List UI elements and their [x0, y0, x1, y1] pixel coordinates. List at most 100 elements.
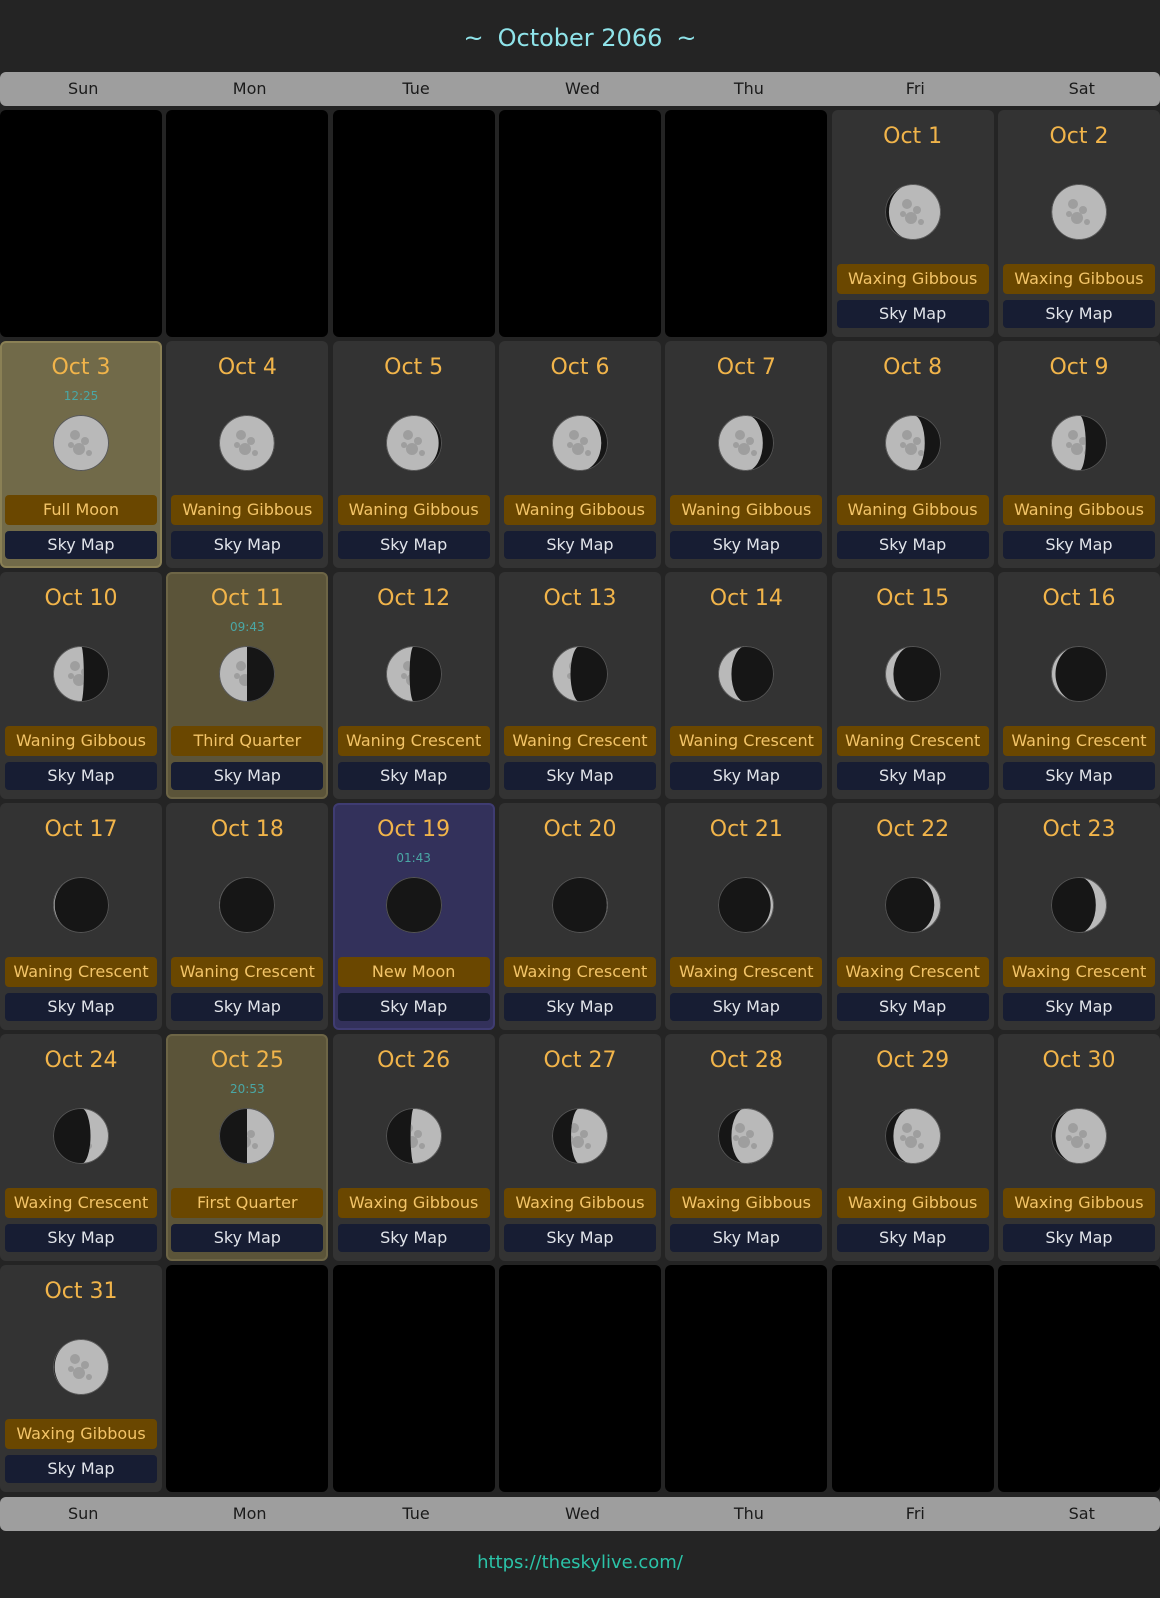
moon-phase-icon: [219, 1108, 276, 1164]
page-title: ~ October 2066 ~: [0, 20, 1160, 56]
day-date: Oct 5: [384, 355, 444, 380]
day-date: Oct 20: [543, 817, 617, 842]
sky-map-button[interactable]: Sky Map: [5, 1455, 157, 1483]
moon-phase-icon: [53, 877, 109, 933]
day-date: Oct 19: [377, 817, 451, 842]
day-cell: Oct 19 01:43 New Moon Sky Map: [332, 803, 495, 1030]
day-cell: Oct 31 Waxing Gibbous Sky Map: [0, 1265, 162, 1492]
sky-map-button[interactable]: Sky Map: [503, 531, 656, 559]
sky-map-button[interactable]: Sky Map: [171, 1224, 324, 1252]
sky-map-button[interactable]: Sky Map: [1002, 1224, 1155, 1252]
sky-map-button[interactable]: Sky Map: [337, 993, 490, 1021]
weekday-label: Fri: [905, 1504, 925, 1523]
month-title: October 2066: [497, 24, 663, 52]
day-date: Oct 2: [1049, 124, 1109, 149]
sky-map-button[interactable]: Sky Map: [836, 762, 989, 790]
phase-label: Waxing Crescent: [5, 1188, 157, 1218]
moon-phase-icon: [1050, 646, 1107, 702]
moon-phase-icon: [718, 1108, 775, 1164]
moon-phase-icon: [1050, 877, 1107, 933]
day-cell: Oct 11 09:43 Third Quarter Sky Map: [166, 572, 329, 799]
sky-map-button[interactable]: Sky Map: [836, 531, 989, 559]
day-date: Oct 21: [709, 817, 783, 842]
sky-map-button[interactable]: Sky Map: [171, 762, 324, 790]
sky-map-button[interactable]: Sky Map: [670, 993, 823, 1021]
phase-time: 01:43: [396, 851, 431, 865]
sky-map-button[interactable]: Sky Map: [171, 531, 324, 559]
day-date: Oct 27: [543, 1048, 617, 1073]
sky-map-button[interactable]: Sky Map: [670, 531, 823, 559]
moon-phase-icon: [385, 1108, 442, 1164]
footer-link[interactable]: https://theskylive.com/: [0, 1552, 1160, 1573]
sky-map-button[interactable]: Sky Map: [5, 531, 157, 559]
sky-map-button[interactable]: Sky Map: [5, 1224, 157, 1252]
empty-day-cell: [166, 1265, 329, 1492]
phase-label: Waning Crescent: [171, 957, 324, 987]
sky-map-button[interactable]: Sky Map: [503, 993, 656, 1021]
day-cell: Oct 16 Waning Crescent Sky Map: [997, 572, 1160, 799]
day-date: Oct 3: [51, 355, 111, 380]
moon-phase-icon: [884, 184, 941, 240]
weekday-label: Thu: [733, 79, 764, 98]
day-cell: Oct 5 Waning Gibbous Sky Map: [332, 341, 495, 568]
empty-day-cell: [0, 110, 162, 337]
sky-map-button[interactable]: Sky Map: [337, 1224, 490, 1252]
day-cell: Oct 4 Waning Gibbous Sky Map: [166, 341, 329, 568]
phase-label: Waning Gibbous: [337, 495, 490, 525]
phase-label: Waning Gibbous: [1002, 495, 1155, 525]
sky-map-button[interactable]: Sky Map: [337, 762, 490, 790]
day-cell: Oct 22 Waxing Crescent Sky Map: [831, 803, 994, 1030]
weekday-label: Tue: [402, 79, 430, 98]
empty-day-cell: [166, 110, 329, 337]
sky-map-button[interactable]: Sky Map: [1002, 762, 1155, 790]
weekday-label: Tue: [402, 1504, 430, 1523]
sky-map-button[interactable]: Sky Map: [670, 1224, 823, 1252]
phase-label: Waning Crescent: [836, 726, 989, 756]
sky-map-button[interactable]: Sky Map: [836, 300, 989, 328]
phase-label: Third Quarter: [171, 726, 324, 756]
moon-phase-icon: [1050, 184, 1107, 240]
weekday-label: Sun: [67, 1504, 99, 1523]
calendar-grid: Oct 1 Waxing Gibbous Sky Map Oct 2 Waxing Gi…: [0, 110, 1160, 1492]
day-date: Oct 8: [883, 355, 943, 380]
day-cell: Oct 27 Waxing Gibbous Sky Map: [498, 1034, 661, 1261]
day-date: Oct 10: [44, 586, 118, 611]
sky-map-button[interactable]: Sky Map: [1002, 300, 1155, 328]
phase-time: 20:53: [230, 1082, 265, 1096]
phase-label: Waning Gibbous: [171, 495, 324, 525]
day-cell: Oct 25 20:53 First Quarter Sky Map: [166, 1034, 329, 1261]
day-date: Oct 6: [550, 355, 610, 380]
day-date: Oct 1: [883, 124, 943, 149]
sky-map-button[interactable]: Sky Map: [836, 1224, 989, 1252]
phase-label: Waxing Crescent: [670, 957, 823, 987]
sky-map-button[interactable]: Sky Map: [337, 531, 490, 559]
sky-map-button[interactable]: Sky Map: [1002, 993, 1155, 1021]
sky-map-button[interactable]: Sky Map: [5, 762, 157, 790]
phase-label: First Quarter: [171, 1188, 324, 1218]
sky-map-button[interactable]: Sky Map: [670, 762, 823, 790]
moon-phase-icon: [219, 415, 276, 471]
moon-phase-icon: [884, 1108, 941, 1164]
day-cell: Oct 21 Waxing Crescent Sky Map: [665, 803, 828, 1030]
sky-map-button[interactable]: Sky Map: [1002, 531, 1155, 559]
phase-label: Waning Gibbous: [503, 495, 656, 525]
moon-phase-icon: [53, 1339, 109, 1395]
sky-map-button[interactable]: Sky Map: [836, 993, 989, 1021]
sky-map-button[interactable]: Sky Map: [5, 993, 157, 1021]
phase-label: Waning Gibbous: [836, 495, 989, 525]
sky-map-button[interactable]: Sky Map: [503, 1224, 656, 1252]
phase-label: Waxing Gibbous: [5, 1419, 157, 1449]
moon-phase-icon: [551, 877, 608, 933]
empty-day-cell: [665, 110, 828, 337]
day-cell: Oct 29 Waxing Gibbous Sky Map: [831, 1034, 994, 1261]
day-date: Oct 23: [1042, 817, 1116, 842]
empty-day-cell: [498, 1265, 661, 1492]
weekday-label: Mon: [232, 1504, 267, 1523]
sky-map-button[interactable]: Sky Map: [171, 993, 324, 1021]
moon-phase-icon: [385, 646, 442, 702]
day-date: Oct 29: [876, 1048, 950, 1073]
sky-map-button[interactable]: Sky Map: [503, 762, 656, 790]
day-cell: Oct 8 Waning Gibbous Sky Map: [831, 341, 994, 568]
day-date: Oct 28: [709, 1048, 783, 1073]
moon-phase-icon: [551, 646, 608, 702]
